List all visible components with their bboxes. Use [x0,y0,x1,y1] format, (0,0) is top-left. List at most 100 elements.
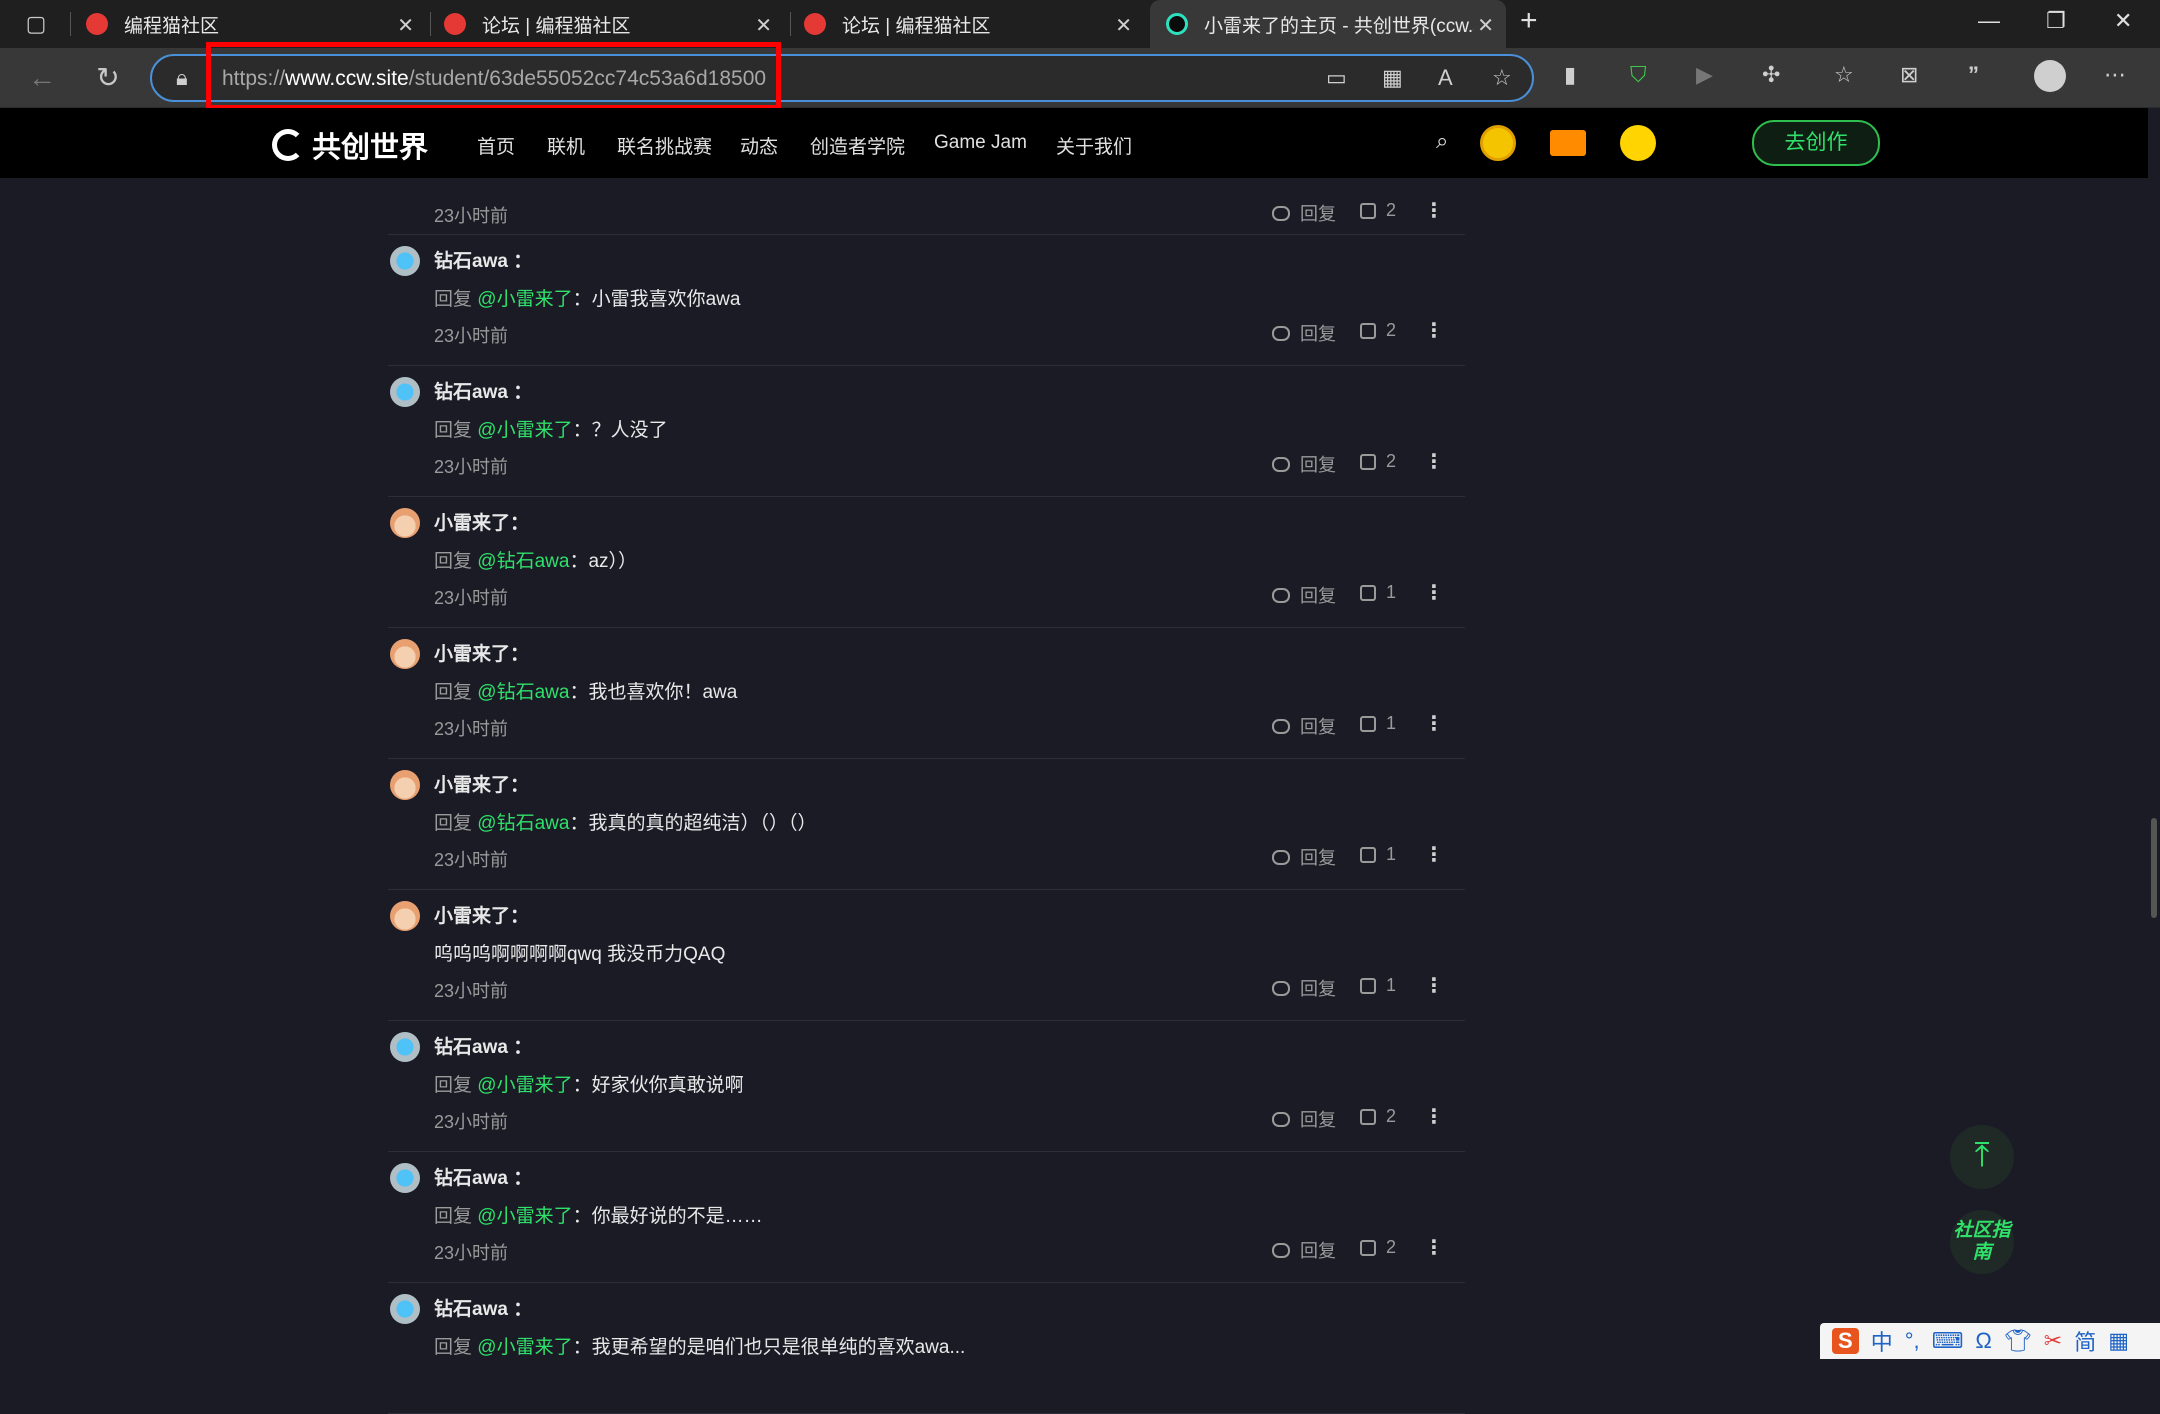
nav-online[interactable]: 联机 [547,132,585,159]
mail-icon[interactable] [1550,130,1586,156]
reply-button[interactable]: 回复 [1272,1106,1336,1132]
like-button[interactable]: 1 [1360,975,1396,996]
commenter-name[interactable]: 钻石awa ： [434,377,532,404]
nav-challenge[interactable]: 联名挑战赛 [617,132,712,159]
more-icon[interactable]: ⋯ [2104,62,2126,88]
close-icon[interactable]: ✕ [1477,13,1494,38]
profile-icon[interactable] [2034,60,2066,92]
reply-button[interactable]: 回复 [1272,582,1336,608]
page-scrollbar[interactable] [2151,818,2157,918]
more-options-icon[interactable]: ⋮ [1424,580,1444,605]
collections-icon[interactable]: ▮ [1564,62,1576,88]
like-button[interactable]: 1 [1360,713,1396,734]
commenter-name[interactable]: 钻石awa ： [434,1163,532,1190]
coin-icon[interactable] [1480,125,1516,161]
like-button[interactable]: 2 [1360,451,1396,472]
minimize-icon[interactable]: — [1978,8,2000,34]
more-options-icon[interactable]: ⋮ [1424,842,1444,867]
close-icon[interactable]: ✕ [755,13,772,38]
back-icon[interactable]: ← [26,62,58,94]
reply-button[interactable]: 回复 [1272,451,1336,477]
like-button[interactable]: 1 [1360,582,1396,603]
keyboard-icon[interactable]: ⌨ [1932,1328,1964,1354]
avatar[interactable] [390,1294,420,1324]
more-options-icon[interactable]: ⋮ [1424,1235,1444,1260]
commenter-name[interactable]: 小雷来了： [434,639,529,666]
ime-simplified[interactable]: 简 [2074,1325,2096,1357]
device-icon[interactable]: ▭ [1326,65,1347,91]
reply-button[interactable]: 回复 [1272,1237,1336,1263]
like-button[interactable]: 2 [1360,320,1396,341]
ime-mode[interactable]: 中 [1871,1325,1893,1357]
extensions-icon[interactable]: ✣ [1762,62,1780,88]
restore-icon[interactable]: ❐ [2046,8,2066,34]
apps-icon[interactable]: ▦ [1382,65,1403,91]
reply-button[interactable]: 回复 [1272,320,1336,346]
avatar[interactable] [390,1163,420,1193]
avatar[interactable] [390,901,420,931]
sogou-icon[interactable]: S [1832,1328,1859,1354]
more-options-icon[interactable]: ⋮ [1424,1104,1444,1129]
scissors-icon[interactable]: ✂ [2044,1328,2062,1354]
close-window-icon[interactable]: ✕ [2114,8,2132,34]
avatar[interactable] [390,246,420,276]
search-icon[interactable]: ⌕ [1436,128,1448,154]
commenter-name[interactable]: 钻石awa ： [434,1032,532,1059]
math-solver-icon[interactable]: ⊠ [1900,62,1918,88]
like-button[interactable]: 2 [1360,200,1396,221]
favorites-icon[interactable]: ☆ [1834,62,1854,88]
avatar[interactable] [390,377,420,407]
more-options-icon[interactable]: ⋮ [1424,449,1444,474]
avatar[interactable] [390,639,420,669]
reply-button[interactable]: 回复 [1272,975,1336,1001]
mention-link[interactable]: @小雷来了 [477,1206,572,1227]
favorite-add-icon[interactable]: ☆ [1492,65,1512,91]
avatar[interactable] [390,508,420,538]
mention-link[interactable]: @小雷来了 [477,1075,572,1096]
like-button[interactable]: 2 [1360,1237,1396,1258]
like-button[interactable]: 1 [1360,844,1396,865]
nav-home[interactable]: 首页 [477,132,515,159]
shield-icon[interactable]: ⛉ [1630,62,1647,88]
grid-icon[interactable]: ▦ [2108,1328,2129,1354]
nav-about[interactable]: 关于我们 [1056,132,1132,159]
commenter-name[interactable]: 钻石awa ： [434,246,532,273]
commenter-name[interactable]: 小雷来了： [434,508,529,535]
tab-actions-icon[interactable]: ▢ [20,8,52,40]
mention-link[interactable]: @小雷来了 [477,420,572,441]
nav-academy[interactable]: 创造者学院 [810,132,905,159]
back-to-top-button[interactable]: ⤒ [1950,1125,2014,1189]
play-icon[interactable]: ▶ [1696,62,1713,88]
more-options-icon[interactable]: ⋮ [1424,318,1444,343]
mention-link[interactable]: @钻石awa [477,682,569,703]
tab-3[interactable]: 论坛 | 编程猫社区 ✕ [804,0,1144,48]
like-button[interactable]: 2 [1360,1106,1396,1127]
tab-1[interactable]: 编程猫社区 ✕ [86,0,426,48]
lock-icon[interactable]: 🔒︎ [176,65,188,91]
mention-link[interactable]: @钻石awa [477,813,569,834]
community-guide-button[interactable]: 社区指南 [1950,1210,2014,1274]
punctuation-icon[interactable]: °, [1905,1328,1920,1354]
more-options-icon[interactable]: ⋮ [1424,711,1444,736]
mention-link[interactable]: @钻石awa [477,551,569,572]
mention-link[interactable]: @小雷来了 [477,289,572,310]
close-icon[interactable]: ✕ [397,13,414,38]
site-logo[interactable]: 共创世界 [272,124,428,166]
create-button[interactable]: 去创作 [1752,120,1880,166]
reply-button[interactable]: 回复 [1272,844,1336,870]
reply-button[interactable]: 回复 [1272,200,1336,226]
more-options-icon[interactable]: ⋮ [1424,198,1444,223]
more-options-icon[interactable]: ⋮ [1424,973,1444,998]
nav-feed[interactable]: 动态 [740,132,778,159]
quote-icon[interactable]: ” [1968,62,1979,88]
refresh-icon[interactable]: ↻ [92,62,124,94]
read-aloud-icon[interactable]: A [1438,65,1453,91]
commenter-name[interactable]: 小雷来了： [434,770,529,797]
avatar[interactable] [390,770,420,800]
tab-4-active[interactable]: 小雷来了的主页 - 共创世界(ccw.s ✕ [1150,0,1506,48]
skin-icon[interactable]: 👕︎ [2004,1328,2032,1354]
avatar[interactable] [390,1032,420,1062]
close-icon[interactable]: ✕ [1115,13,1132,38]
commenter-name[interactable]: 钻石awa ： [434,1294,532,1321]
reply-button[interactable]: 回复 [1272,713,1336,739]
